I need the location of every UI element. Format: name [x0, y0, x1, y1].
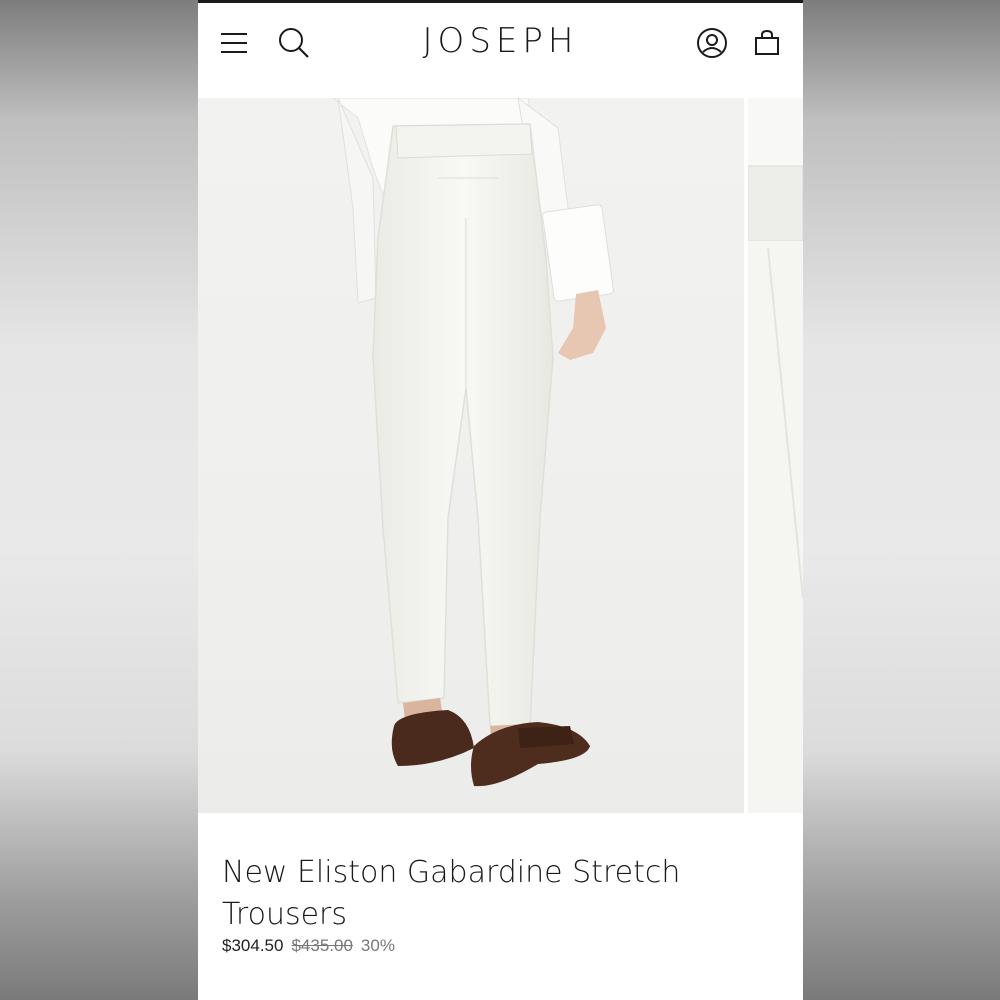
mobile-page: JOSEPH New Eliston Gabardine Stretch Tro…	[198, 0, 803, 1000]
site-header: JOSEPH	[198, 3, 803, 98]
price-row: $304.50 $435.00 30%	[222, 936, 395, 956]
product-title: New Eliston Gabardine Stretch Trousers	[222, 855, 681, 933]
trousers-illustration	[332, 98, 614, 787]
background-right	[803, 0, 1000, 1000]
product-photo[interactable]	[198, 98, 744, 813]
next-product-photo-peek[interactable]	[748, 98, 803, 813]
original-price: $435.00	[291, 936, 353, 955]
background-left	[0, 0, 198, 1000]
product-image-carousel[interactable]	[198, 98, 803, 813]
shopping-bag-icon[interactable]	[749, 25, 785, 61]
discount-percent: 30%	[360, 936, 395, 955]
account-icon[interactable]	[694, 25, 730, 61]
trousers-closeup-illustration	[748, 98, 803, 813]
sale-price: $304.50	[222, 936, 284, 955]
